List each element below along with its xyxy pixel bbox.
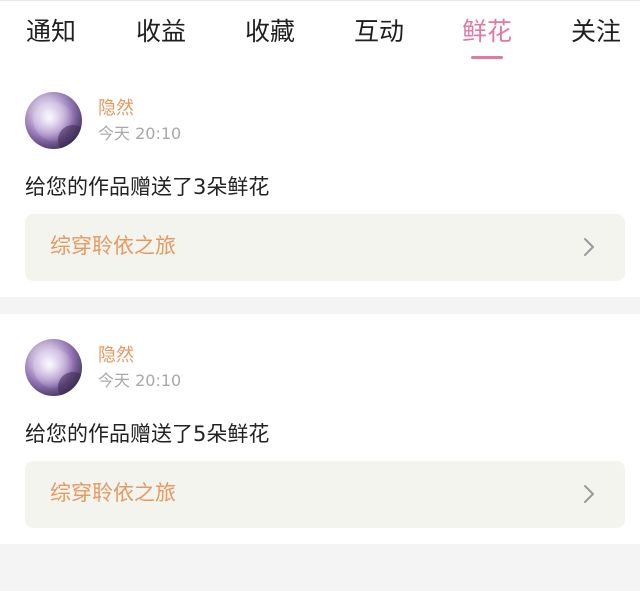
notification-card: 隐然 今天 20:10 给您的作品赠送了5朵鲜花 综穿聆依之旅 xyxy=(0,314,640,544)
tab-flowers-label: 鲜花 xyxy=(462,17,513,46)
active-tab-indicator xyxy=(471,56,503,59)
tab-bar: 通知 收益 收藏 互动 鲜花 关注 xyxy=(0,0,640,67)
tab-earnings[interactable]: 收益 xyxy=(136,15,186,49)
tab-favorites[interactable]: 收藏 xyxy=(245,15,295,49)
avatar-shadow xyxy=(58,125,82,149)
avatar-shadow xyxy=(58,372,82,396)
tab-flowers[interactable]: 鲜花 xyxy=(462,15,513,59)
notification-card: 隐然 今天 20:10 给您的作品赠送了3朵鲜花 综穿聆依之旅 xyxy=(0,67,640,297)
book-title: 综穿聆依之旅 xyxy=(50,234,176,258)
book-link[interactable]: 综穿聆依之旅 xyxy=(25,214,625,281)
tab-following[interactable]: 关注 xyxy=(571,15,621,49)
chevron-right-icon xyxy=(584,238,594,256)
avatar[interactable] xyxy=(25,92,82,149)
notification-message: 给您的作品赠送了5朵鲜花 xyxy=(25,422,270,446)
avatar[interactable] xyxy=(25,339,82,396)
username[interactable]: 隐然 xyxy=(98,98,134,120)
tab-notifications[interactable]: 通知 xyxy=(26,15,76,49)
tab-interactions[interactable]: 互动 xyxy=(354,15,404,49)
book-title: 综穿聆依之旅 xyxy=(50,481,176,505)
timestamp: 今天 20:10 xyxy=(98,371,182,390)
notification-message: 给您的作品赠送了3朵鲜花 xyxy=(25,175,270,199)
timestamp: 今天 20:10 xyxy=(98,124,182,143)
list-bottom-spacer xyxy=(0,544,640,591)
chevron-right-icon xyxy=(584,485,594,503)
book-link[interactable]: 综穿聆依之旅 xyxy=(25,461,625,528)
card-divider xyxy=(0,297,640,314)
username[interactable]: 隐然 xyxy=(98,345,134,367)
